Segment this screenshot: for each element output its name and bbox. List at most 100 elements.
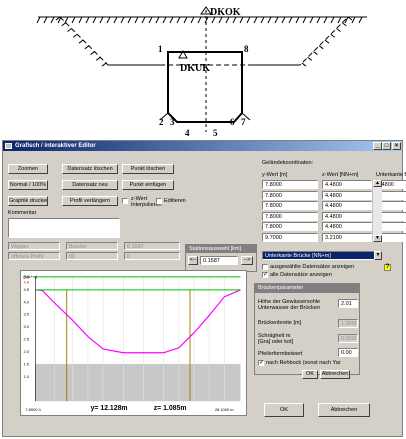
window-title: Grafisch / interaktiver Editor <box>15 143 96 149</box>
close-button[interactable]: × <box>392 142 401 150</box>
slope-hatch-mark <box>78 39 84 44</box>
y-value-cell[interactable]: 7.8000 <box>262 222 318 231</box>
profile-type-field: offenes Profil <box>8 252 60 260</box>
hatch-mark <box>120 16 125 24</box>
show-selected-label: ausgewählte Datensätze anzeigen <box>270 264 355 270</box>
slope-hatch-mark <box>90 51 95 55</box>
y-tick-label: 4.0 <box>24 299 30 304</box>
z-value-cell[interactable]: 4.4800 <box>322 222 372 231</box>
slope-hatch-mark <box>307 56 312 61</box>
slope-hatch-mark <box>318 45 324 50</box>
insert-point-button[interactable]: Punkt einfügen <box>122 180 174 190</box>
hatch-mark <box>190 16 195 24</box>
point-label: 3 <box>170 117 175 127</box>
point-label: 7 <box>241 117 246 127</box>
hatch-mark <box>323 16 328 24</box>
hatch-mark <box>113 16 118 24</box>
y-header: y-Wert [m] <box>262 172 288 178</box>
dropdown-arrow-icon[interactable]: ▼ <box>374 251 382 260</box>
y-value-cell[interactable]: 7.8000 <box>262 180 318 189</box>
bridge-ok-button[interactable]: OK <box>302 370 318 379</box>
terrain-series-line <box>35 289 241 354</box>
prev-station-button[interactable]: <-- <box>188 256 198 265</box>
attribute-dropdown[interactable]: Unterkante Brücke [NN+m] <box>262 251 382 260</box>
station-select[interactable]: 0.1587 <box>200 256 238 265</box>
z-value-cell[interactable]: 4.4800 <box>322 190 372 200</box>
bridge-header: Unterkante Brücke [NN+m] <box>376 172 406 178</box>
delete-record-button[interactable]: Datensatz löschen <box>62 164 118 174</box>
slope-hatch-mark <box>313 51 318 55</box>
hatch-mark <box>302 16 307 24</box>
x-tick-label: 7.8000 h <box>26 407 41 412</box>
hatch-mark <box>288 16 293 24</box>
zoom-button[interactable]: Zoomen <box>8 164 48 174</box>
edit-checkbox[interactable] <box>156 198 162 204</box>
ground-fill <box>35 363 241 402</box>
hatch-mark <box>106 16 111 24</box>
slope-hatch-mark <box>301 62 307 67</box>
help-icon[interactable]: ? <box>384 264 391 271</box>
bridge-cancel-button[interactable]: Abbrechen <box>320 370 350 379</box>
hatch-mark <box>281 16 286 24</box>
hatch-mark <box>50 16 55 24</box>
comment-field[interactable] <box>8 218 120 238</box>
y-value-cell[interactable]: 7.8000 <box>262 190 318 200</box>
profile-chart[interactable]: 5.04.84.54.03.53.02.52.01.51.0 [NN+m] 7.… <box>20 270 247 416</box>
rehbock-label: nach Rehbock (sonst nach Yar <box>266 360 341 366</box>
next-station-button[interactable]: --> <box>241 256 253 265</box>
y-tick-label: 3.0 <box>24 324 30 329</box>
interpolate-z-checkbox[interactable] <box>122 198 128 204</box>
sole-height-label: Höhe der Gewässersohle Unterwasser der B… <box>258 299 321 311</box>
point-label: 8 <box>244 44 249 54</box>
minimize-button[interactable]: _ <box>373 142 382 150</box>
z-header: z-Wert [NN+m] <box>322 172 359 178</box>
z-value-cell[interactable]: 4.4800 <box>322 180 372 189</box>
show-all-checkbox[interactable]: ✓ <box>262 272 268 278</box>
y-value-cell[interactable]: 7.8000 <box>262 211 318 221</box>
coords-scrollbar[interactable]: ▲ ▼ <box>372 180 382 242</box>
skew-label: Schrägheit m [Gra] oder kot] <box>258 333 294 345</box>
app-icon <box>5 143 12 149</box>
scroll-up-arrow[interactable]: ▲ <box>373 180 382 187</box>
scroll-down-arrow[interactable]: ▼ <box>373 235 382 242</box>
hatch-mark <box>36 16 41 24</box>
hatch-mark <box>92 16 97 24</box>
rehbock-checkbox[interactable]: ✓ <box>258 360 264 366</box>
maximize-button[interactable]: □ <box>382 142 391 150</box>
bridge-width-input: 1.0000 <box>338 319 358 328</box>
bridge-width-label: Brückenbreite [m] <box>258 320 302 326</box>
y-value-cell[interactable]: 7.8000 <box>262 201 318 210</box>
pier-shape-input[interactable]: 0.00 <box>338 348 358 357</box>
normal-zoom-button[interactable]: Normal / 100% <box>8 180 48 190</box>
point-label: 2 <box>159 117 164 127</box>
z-value-cell[interactable]: 3.2100 <box>322 232 372 242</box>
new-record-button[interactable]: Datensatz neu <box>62 180 118 190</box>
extend-profile-button[interactable]: Profil verlängern <box>62 196 118 206</box>
hatch-mark <box>162 16 167 24</box>
hatch-mark <box>295 16 300 24</box>
station-field: 0.1587 <box>124 242 180 250</box>
slope-hatch-mark <box>336 28 341 32</box>
y-unit-label: [NN+m] <box>24 274 37 279</box>
z-value-cell[interactable]: 4.4800 <box>322 201 372 210</box>
y-tick-label: 1.0 <box>24 374 30 379</box>
print-graphic-button[interactable]: Graphik drucken <box>8 196 48 206</box>
dkuk-label: DKUK <box>180 63 210 74</box>
slope-hatch-mark <box>61 22 67 27</box>
z-value-cell[interactable]: 4.4800 <box>322 211 372 221</box>
delete-point-button[interactable]: Punkt löschen <box>122 164 174 174</box>
slope-hatch-mark <box>330 33 336 38</box>
point-label: 5 <box>213 128 218 138</box>
y-value-cell[interactable]: 9.7000 <box>262 232 318 242</box>
hatch-mark <box>197 16 202 24</box>
hatch-mark <box>267 16 272 24</box>
cancel-button[interactable]: Abbrechen <box>318 403 370 417</box>
dkok-label: DKOK <box>210 7 241 18</box>
ok-button[interactable]: OK <box>264 403 304 417</box>
bridge-params-title: Brückenparameter <box>255 284 359 293</box>
show-selected-checkbox[interactable] <box>262 264 268 270</box>
sole-height-input[interactable]: 2.01 <box>338 299 358 308</box>
coords-heading: Geländekoordinaten: <box>262 160 314 166</box>
point-label: 1 <box>158 44 163 54</box>
type-field: Brücke <box>66 242 118 250</box>
